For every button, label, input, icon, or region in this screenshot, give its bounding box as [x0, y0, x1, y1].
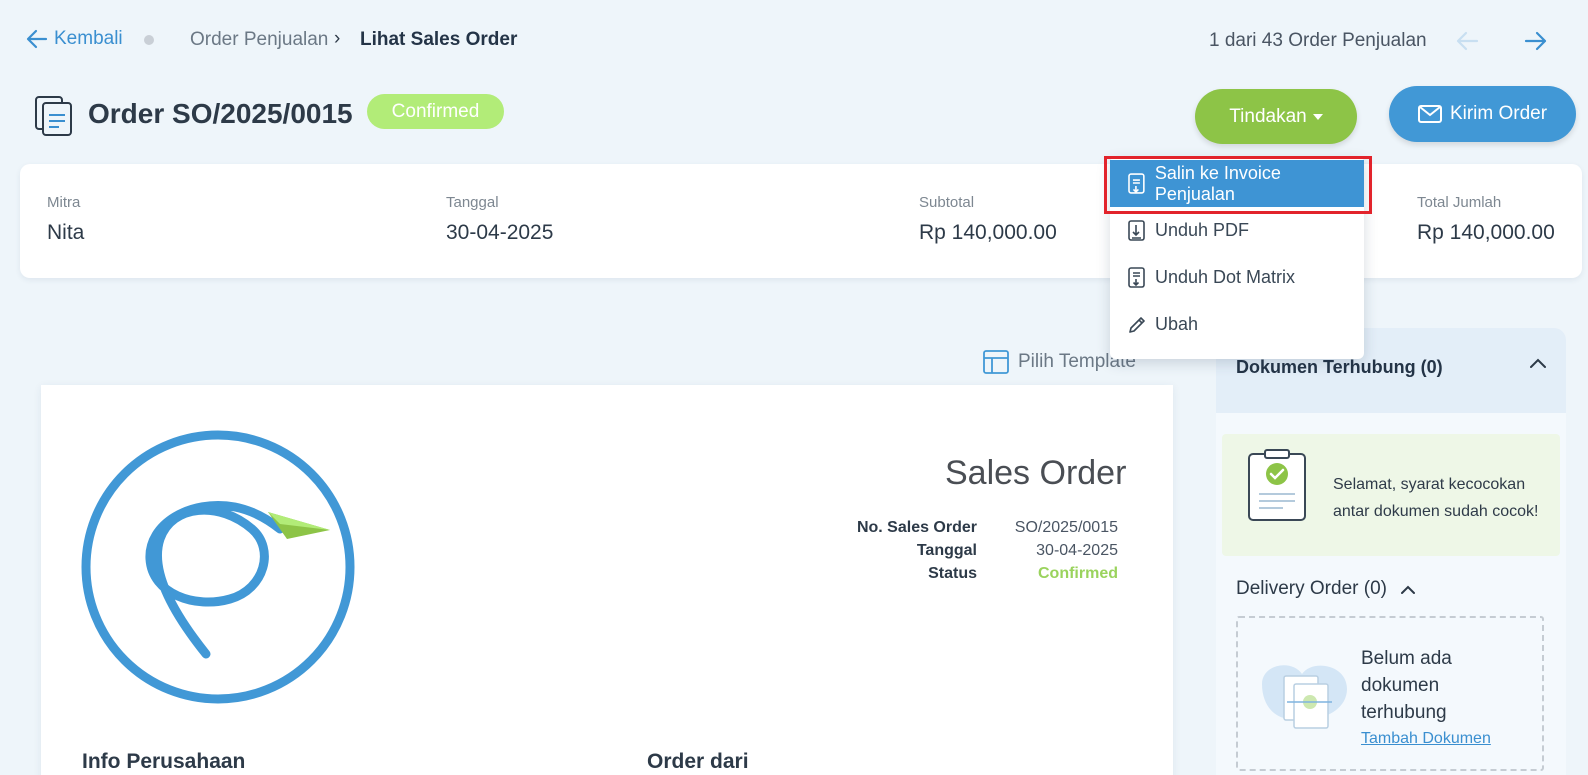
delivery-order-toggle[interactable]: Delivery Order (0): [1236, 578, 1415, 600]
breadcrumb-dot: [144, 35, 154, 45]
empty-documents-text: Belum ada dokumen terhubung: [1361, 648, 1452, 723]
caret-down-icon: [1312, 113, 1323, 120]
menu-item-download-pdf[interactable]: Unduh PDF: [1110, 207, 1364, 254]
doc-date-value: 30-04-2025: [1036, 542, 1118, 559]
back-label: Kembali: [54, 28, 123, 49]
match-message: Selamat, syarat kecocokan antar dokumen …: [1333, 476, 1539, 520]
partner-label: Mitra: [47, 194, 81, 211]
pdf-download-icon: [1128, 219, 1145, 241]
breadcrumb-current: Lihat Sales Order: [360, 29, 518, 50]
delivery-order-title: Delivery Order (0): [1236, 578, 1387, 599]
dot-matrix-download-icon: [1128, 266, 1145, 288]
company-info-heading: Info Perusahaan: [82, 750, 246, 773]
page-title: Order SO/2025/0015: [88, 98, 353, 129]
linked-documents-title: Dokumen Terhubung (0): [1236, 357, 1443, 377]
arrow-right-icon: [1524, 31, 1547, 51]
next-record-button[interactable]: [1524, 30, 1548, 57]
so-number-label: No. Sales Order: [856, 519, 977, 536]
order-from-heading: Order dari: [647, 750, 749, 773]
subtotal-label: Subtotal: [919, 194, 975, 211]
menu-item-label: Unduh Dot Matrix: [1155, 267, 1296, 287]
breadcrumb-parent[interactable]: Order Penjualan: [190, 29, 328, 51]
add-document-link[interactable]: Tambah Dokumen: [1361, 730, 1491, 748]
clipboard-check-icon: [1248, 449, 1306, 521]
envelope-icon: [1417, 105, 1442, 123]
partner-value: Nita: [47, 221, 85, 244]
highlight-box: [1104, 156, 1372, 214]
doc-status-label: Status: [928, 565, 977, 582]
date-label: Tanggal: [446, 194, 499, 211]
doc-date-label: Tanggal: [916, 542, 977, 559]
menu-item-edit[interactable]: Ubah: [1110, 301, 1364, 348]
menu-item-download-dot-matrix[interactable]: Unduh Dot Matrix: [1110, 254, 1364, 301]
chevron-up-icon[interactable]: [1530, 355, 1546, 373]
prev-record-button[interactable]: [1455, 30, 1479, 57]
pager-text: 1 dari 43 Order Penjualan: [1209, 30, 1427, 51]
template-icon: [983, 350, 1009, 374]
doc-status-value: Confirmed: [1038, 565, 1118, 582]
send-order-label: Kirim Order: [1449, 103, 1548, 124]
subtotal-value: Rp 140,000.00: [919, 221, 1057, 244]
document-icon: [34, 95, 74, 142]
document-title: Sales Order: [945, 454, 1127, 492]
date-value: 30-04-2025: [446, 221, 554, 244]
send-order-button[interactable]: Kirim Order: [1389, 86, 1576, 142]
company-logo: [80, 429, 356, 710]
actions-label: Tindakan: [1229, 105, 1307, 127]
chevron-up-icon: [1400, 585, 1415, 594]
menu-item-label: Ubah: [1155, 314, 1199, 334]
menu-item-label: Unduh PDF: [1155, 220, 1250, 240]
status-badge: Confirmed: [367, 94, 504, 129]
breadcrumb-separator: ›: [334, 28, 341, 49]
actions-dropdown-button[interactable]: Tindakan: [1195, 89, 1357, 144]
arrow-left-icon: [26, 29, 48, 49]
total-label: Total Jumlah: [1417, 194, 1502, 211]
back-link[interactable]: Kembali: [26, 28, 123, 50]
empty-document-illustration-icon: [1262, 665, 1347, 729]
so-number-value: SO/2025/0015: [1014, 519, 1118, 536]
pencil-icon: [1129, 316, 1145, 333]
total-value: Rp 140,000.00: [1417, 221, 1555, 244]
arrow-left-icon: [1456, 31, 1479, 51]
